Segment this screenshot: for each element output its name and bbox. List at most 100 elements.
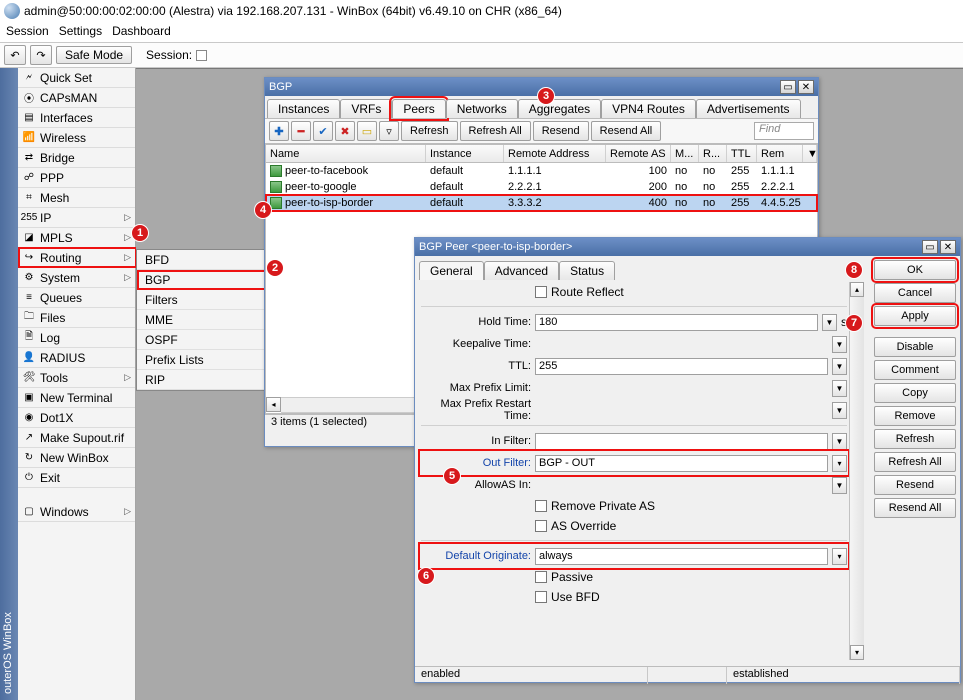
find-input[interactable]: Find (754, 122, 814, 140)
refresh-all-button[interactable]: Refresh All (460, 121, 531, 141)
disable-button[interactable]: ✖ (335, 121, 355, 141)
sidebar-item-quickset[interactable]: 🗲Quick Set (18, 68, 135, 88)
undo-button[interactable]: ↶ (4, 45, 26, 65)
peer-action-copy[interactable]: Copy (874, 383, 956, 403)
add-button[interactable]: ✚ (269, 121, 289, 141)
hold-time-input[interactable] (535, 314, 818, 331)
sidebar-item-windows[interactable]: ▢Windows▷ (18, 502, 135, 522)
doc-icon[interactable]: ▭ (922, 240, 938, 254)
sidebar-label: IP (40, 211, 51, 225)
bgp-tab-instances[interactable]: Instances (267, 99, 340, 118)
sidebar-item-tools[interactable]: 🛠Tools▷ (18, 368, 135, 388)
tab-advanced[interactable]: Advanced (484, 261, 559, 280)
peer-row[interactable]: peer-to-googledefault2.2.2.1200nono2552.… (266, 179, 817, 195)
sidebar-item-queues[interactable]: ≡Queues (18, 288, 135, 308)
vertical-brand-tab: outerOS WinBox (0, 68, 18, 700)
sidebar-item-dot1x[interactable]: ◉Dot1X (18, 408, 135, 428)
peer-action-remove[interactable]: Remove (874, 406, 956, 426)
redo-button[interactable]: ↷ (30, 45, 52, 65)
tab-status[interactable]: Status (559, 261, 615, 280)
sidebar-icon: 🗀 (22, 311, 36, 325)
default-originate-input[interactable] (535, 548, 828, 565)
bgp-tab-vrfs[interactable]: VRFs (340, 99, 392, 118)
resend-button[interactable]: Resend (533, 121, 589, 141)
menu-settings[interactable]: Settings (59, 24, 102, 40)
enable-button[interactable]: ✔ (313, 121, 333, 141)
scroll-down[interactable]: ▾ (850, 645, 864, 660)
sidebar-item-makesupout.rif[interactable]: ↗Make Supout.rif (18, 428, 135, 448)
comment-button[interactable]: ▭ (357, 121, 377, 141)
sidebar-item-mesh[interactable]: ⌗Mesh (18, 188, 135, 208)
tab-general[interactable]: General (419, 261, 484, 280)
filter-button[interactable]: ▿ (379, 121, 399, 141)
sidebar-item-mpls[interactable]: ◪MPLS▷ (18, 228, 135, 248)
session-checkbox[interactable] (196, 50, 207, 61)
remove-private-check[interactable] (535, 500, 547, 512)
doc-icon[interactable]: ▭ (780, 80, 796, 94)
close-icon[interactable]: ✕ (940, 240, 956, 254)
close-icon[interactable]: ✕ (798, 80, 814, 94)
refresh-button[interactable]: Refresh (401, 121, 458, 141)
menu-session[interactable]: Session (6, 24, 49, 40)
route-reflect-check[interactable] (535, 286, 547, 298)
sidebar-item-routing[interactable]: ↪Routing▷ (18, 248, 135, 268)
sidebar-item-system[interactable]: ⚙System▷ (18, 268, 135, 288)
peer-row[interactable]: peer-to-facebookdefault1.1.1.1100nono255… (266, 163, 817, 179)
in-filter-input[interactable] (535, 433, 828, 450)
sidebar-item-ip[interactable]: 255IP▷ (18, 208, 135, 228)
sidebar-item-interfaces[interactable]: ▤Interfaces (18, 108, 135, 128)
sidebar-icon: ≡ (22, 291, 36, 305)
sidebar-label: Exit (40, 471, 60, 485)
bgp-tab-advertisements[interactable]: Advertisements (696, 99, 801, 118)
resend-all-button[interactable]: Resend All (591, 121, 662, 141)
sidebar-icon: ▢ (22, 505, 36, 519)
remove-button[interactable]: ━ (291, 121, 311, 141)
bgp-tab-networks[interactable]: Networks (446, 99, 518, 118)
as-override-check[interactable] (535, 520, 547, 532)
passive-check[interactable] (535, 571, 547, 583)
scroll-left[interactable]: ◂ (266, 397, 281, 412)
sidebar-item-log[interactable]: 🗎Log (18, 328, 135, 348)
menu-dashboard[interactable]: Dashboard (112, 24, 171, 40)
sidebar-label: Make Supout.rif (40, 431, 124, 445)
dropdown-icon[interactable]: ▼ (832, 336, 847, 353)
peer-action-resend[interactable]: Resend (874, 475, 956, 495)
sidebar-item-ppp[interactable]: ☍PPP (18, 168, 135, 188)
menu-bar: Session Settings Dashboard (0, 22, 963, 42)
bgp-tab-aggregates[interactable]: Aggregates (518, 99, 601, 118)
sidebar-icon: 👤 (22, 351, 36, 365)
peer-action-refreshall[interactable]: Refresh All (874, 452, 956, 472)
dropdown-icon[interactable]: ▼ (822, 314, 837, 331)
peer-action-apply[interactable]: Apply (874, 306, 956, 326)
sidebar-item-capsman[interactable]: ⦿CAPsMAN (18, 88, 135, 108)
sidebar-icon: ◪ (22, 231, 36, 245)
sidebar-item-bridge[interactable]: ⇄Bridge (18, 148, 135, 168)
peer-action-comment[interactable]: Comment (874, 360, 956, 380)
sidebar-item-files[interactable]: 🗀Files (18, 308, 135, 328)
peer-action-ok[interactable]: OK (874, 260, 956, 280)
safe-mode-button[interactable]: Safe Mode (56, 46, 132, 64)
sidebar-item-radius[interactable]: 👤RADIUS (18, 348, 135, 368)
sidebar-label: Dot1X (40, 411, 73, 425)
ttl-input[interactable] (535, 358, 828, 375)
sidebar-item-newwinbox[interactable]: ↻New WinBox (18, 448, 135, 468)
sidebar-item-exit[interactable]: ⏻Exit (18, 468, 135, 488)
peer-action-refresh[interactable]: Refresh (874, 429, 956, 449)
peer-action-disable[interactable]: Disable (874, 337, 956, 357)
peer-action-resendall[interactable]: Resend All (874, 498, 956, 518)
sidebar-item-wireless[interactable]: 📶Wireless (18, 128, 135, 148)
peer-window[interactable]: BGP Peer <peer-to-isp-border> ▭ ✕ Genera… (414, 237, 961, 683)
peer-title[interactable]: BGP Peer <peer-to-isp-border> ▭ ✕ (415, 238, 960, 256)
peer-action-cancel[interactable]: Cancel (874, 283, 956, 303)
bgp-tab-peers[interactable]: Peers (392, 99, 445, 118)
sidebar-icon: ⇄ (22, 151, 36, 165)
peer-row[interactable]: peer-to-isp-borderdefault3.3.3.2400nono2… (266, 195, 817, 211)
use-bfd-check[interactable] (535, 591, 547, 603)
sidebar-item-newterminal[interactable]: ▣New Terminal (18, 388, 135, 408)
sidebar-icon: ⌗ (22, 191, 36, 205)
grid-header[interactable]: Name Instance Remote Address Remote AS M… (266, 145, 817, 163)
scroll-up[interactable]: ▴ (850, 282, 864, 297)
bgp-tab-vpn4 routes[interactable]: VPN4 Routes (601, 99, 696, 118)
peer-form: General Advanced Status Route Reflect Ho… (415, 256, 870, 666)
out-filter-input[interactable] (535, 455, 828, 472)
